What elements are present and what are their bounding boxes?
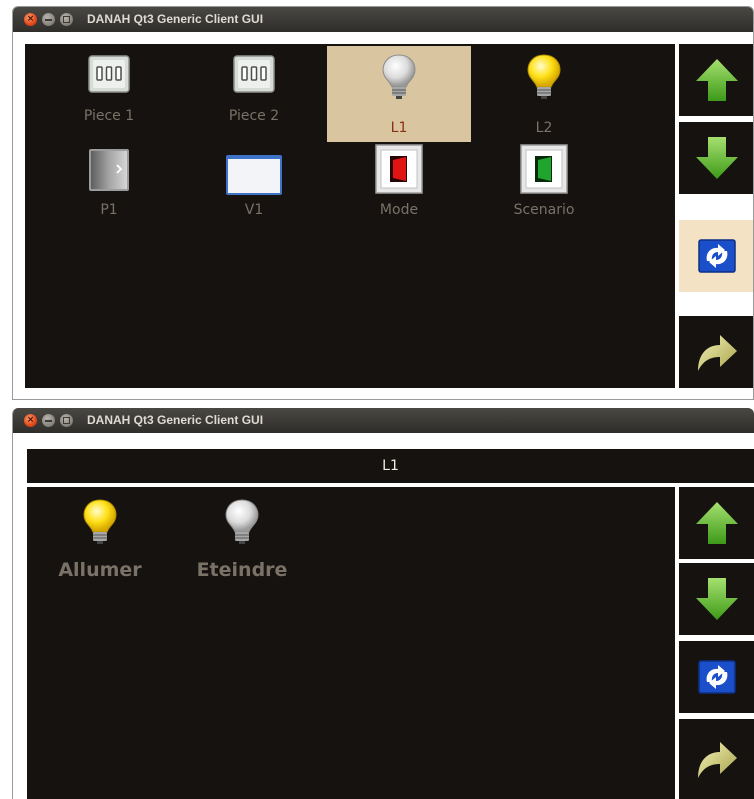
client-area: L1 Allumer Eteindre xyxy=(13,433,754,799)
arrow-up-icon xyxy=(696,502,738,544)
scroll-down-button[interactable] xyxy=(679,122,753,194)
grid-item-piece-1[interactable]: Piece 1 xyxy=(37,46,181,142)
item-label: Scenario xyxy=(513,202,575,218)
action-eteindre[interactable]: Eteindre xyxy=(183,497,301,597)
action-panel: Allumer Eteindre xyxy=(27,487,675,799)
bulb-off-icon xyxy=(222,497,262,552)
wall-switch-icon xyxy=(87,52,131,100)
close-button[interactable]: × xyxy=(24,13,37,26)
title-bar: × DANAH Qt3 Generic Client GUI xyxy=(13,408,754,433)
item-label: L1 xyxy=(390,120,408,136)
refresh-button[interactable] xyxy=(679,641,754,713)
grid-item-l2[interactable]: L2 xyxy=(472,46,616,142)
wall-switch-icon xyxy=(232,52,276,100)
refresh-icon xyxy=(698,239,736,273)
bulb-off-icon xyxy=(379,52,419,106)
maximize-button[interactable] xyxy=(60,13,73,26)
item-label: Piece 1 xyxy=(83,108,135,124)
scroll-up-button[interactable] xyxy=(679,44,753,116)
client-area: Piece 1 Piece 2 L1 L2 P1 V1 Mode Scenari… xyxy=(13,32,753,399)
window-icon xyxy=(225,154,283,200)
detail-window: × DANAH Qt3 Generic Client GUI L1 Allume… xyxy=(12,408,754,799)
scroll-up-button[interactable] xyxy=(679,487,754,559)
item-label: Piece 2 xyxy=(228,108,280,124)
forward-icon xyxy=(698,742,737,778)
close-button[interactable]: × xyxy=(24,414,37,427)
main-window: × DANAH Qt3 Generic Client GUI Piece 1 P… xyxy=(12,6,754,400)
bulb-on-icon xyxy=(524,52,564,106)
forward-button[interactable] xyxy=(679,719,754,799)
minimize-button[interactable] xyxy=(42,414,55,427)
forward-button[interactable] xyxy=(679,316,753,388)
grid-item-l1[interactable]: L1 xyxy=(327,46,471,142)
scroll-down-button[interactable] xyxy=(679,563,754,635)
arrow-down-icon xyxy=(696,137,738,179)
refresh-icon xyxy=(698,660,736,694)
window-title: DANAH Qt3 Generic Client GUI xyxy=(87,12,264,26)
action-allumer[interactable]: Allumer xyxy=(41,497,159,597)
grid-item-mode[interactable]: Mode xyxy=(327,142,471,238)
item-label: V1 xyxy=(244,202,264,218)
grid-item-v1[interactable]: V1 xyxy=(182,142,326,238)
grid-item-piece-2[interactable]: Piece 2 xyxy=(182,46,326,142)
green-switch-icon xyxy=(520,144,568,198)
forward-icon xyxy=(698,335,737,371)
arrow-down-icon xyxy=(696,578,738,620)
grid-item-p1[interactable]: P1 xyxy=(37,142,181,238)
item-label: P1 xyxy=(100,202,118,218)
action-label: Allumer xyxy=(58,559,142,581)
item-grid-panel: Piece 1 Piece 2 L1 L2 P1 V1 Mode Scenari… xyxy=(25,44,675,388)
bulb-on-icon xyxy=(80,497,120,552)
device-header: L1 xyxy=(27,449,754,483)
item-label: L2 xyxy=(535,120,553,136)
title-bar: × DANAH Qt3 Generic Client GUI xyxy=(13,7,753,32)
window-title: DANAH Qt3 Generic Client GUI xyxy=(87,413,264,427)
arrow-up-icon xyxy=(696,59,738,101)
refresh-button[interactable] xyxy=(679,220,753,292)
action-label: Eteindre xyxy=(196,559,288,581)
minimize-button[interactable] xyxy=(42,13,55,26)
door-icon xyxy=(86,146,132,198)
grid-item-scenario[interactable]: Scenario xyxy=(472,142,616,238)
item-label: Mode xyxy=(379,202,419,218)
red-switch-icon xyxy=(375,144,423,198)
maximize-button[interactable] xyxy=(60,414,73,427)
